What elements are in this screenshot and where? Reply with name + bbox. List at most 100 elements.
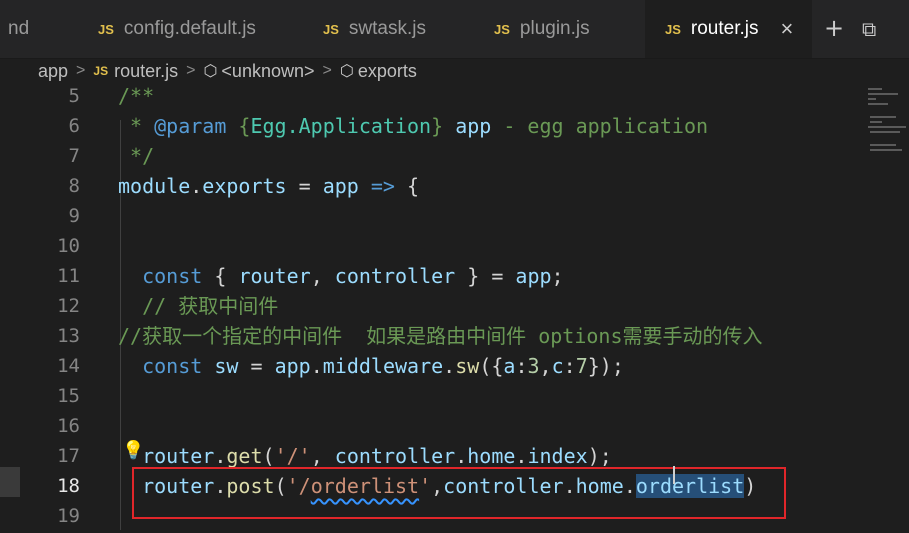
js-file-icon: JS [665, 21, 681, 37]
line-number: 10 [57, 235, 80, 257]
code-editor[interactable]: 5 /** 6 * @param {Egg.Application} app - e… [0, 84, 909, 533]
code-token: controller [334, 264, 456, 288]
code-line[interactable]: 16 [0, 411, 860, 441]
code-token: , [310, 264, 335, 288]
code-token: , [310, 444, 335, 468]
code-token: { [226, 114, 251, 138]
tab-router[interactable]: JS router.js × [645, 0, 812, 58]
code-token: */ [118, 144, 155, 168]
code-token: , [539, 354, 552, 378]
code-line[interactable]: 8 module.exports = app => { [0, 171, 860, 201]
add-icon[interactable]: + [824, 14, 844, 42]
code-token: : [515, 354, 528, 378]
line-number: 9 [68, 205, 80, 227]
code-token: . [310, 354, 323, 378]
code-token: home [467, 444, 516, 468]
code-token: router [238, 264, 311, 288]
code-token: get [226, 444, 263, 468]
code-token: - egg application [491, 114, 709, 138]
code-token: c [551, 354, 564, 378]
code-token: . [455, 444, 468, 468]
breadcrumb-file[interactable]: router.js [114, 61, 178, 82]
code-line[interactable]: 7 */ [0, 141, 860, 171]
line-number: 8 [68, 175, 80, 197]
line-number: 6 [68, 115, 80, 137]
tab-swtask[interactable]: JS swtask.js [323, 0, 426, 58]
code-token: = [286, 174, 323, 198]
code-token: : [563, 354, 576, 378]
line-number: 16 [57, 415, 80, 437]
code-text: const sw = app.middleware.sw({a:3,c:7}); [118, 351, 624, 381]
code-token: }); [587, 354, 624, 378]
tab-bar: nd JS config.default.js JS swtask.js JS … [0, 0, 909, 59]
code-text: module.exports = app => { [118, 171, 419, 201]
code-line[interactable]: 12 // 获取中间件 [0, 291, 860, 321]
tab-partial[interactable]: nd [8, 0, 29, 58]
js-file-icon: JS [93, 64, 109, 78]
code-token: = [238, 354, 275, 378]
tab-label: nd [8, 18, 30, 39]
tab-label: plugin.js [519, 18, 590, 39]
code-token: /** [118, 84, 155, 108]
code-token: sw [455, 354, 480, 378]
code-token: exports [202, 174, 287, 198]
split-editor-icon[interactable]: ⧉ [862, 17, 876, 41]
code-token: module [118, 174, 191, 198]
code-line[interactable]: 5 /** [0, 81, 860, 111]
code-token: ({ [479, 354, 504, 378]
code-line[interactable]: 9 [0, 201, 860, 231]
js-file-icon: JS [494, 21, 510, 37]
mouse-cursor [673, 466, 675, 484]
code-token: // 获取中间件 [118, 294, 279, 318]
tab-config-default[interactable]: JS config.default.js [98, 0, 256, 58]
code-line[interactable]: 10 [0, 231, 860, 261]
code-token: '/' [274, 444, 311, 468]
code-token: ( [262, 444, 275, 468]
line-number: 15 [57, 385, 80, 407]
tab-plugin[interactable]: JS plugin.js [494, 0, 590, 58]
breadcrumb-separator: > [186, 62, 196, 79]
minimap[interactable] [862, 84, 909, 184]
line-number: 5 [68, 85, 80, 107]
code-token: => [370, 174, 395, 198]
code-line[interactable]: 14 const sw = app.middleware.sw({a:3,c:7… [0, 351, 860, 381]
code-token: controller [334, 444, 456, 468]
code-line[interactable]: 15 [0, 381, 860, 411]
code-line[interactable]: 6 * @param {Egg.Application} app - egg a… [0, 111, 860, 141]
code-token: 3 [527, 354, 540, 378]
code-token: { [202, 264, 239, 288]
code-token: app [455, 114, 492, 138]
lightbulb-icon[interactable]: 💡 [122, 440, 144, 461]
tab-label: swtask.js [348, 18, 426, 39]
code-token: app [322, 174, 359, 198]
tab-label: router.js [690, 18, 759, 39]
line-number: 13 [57, 325, 80, 347]
code-text: /** [118, 81, 154, 111]
line-number: 19 [57, 505, 80, 527]
tab-label: config.default.js [123, 18, 256, 39]
js-file-icon: JS [323, 21, 339, 37]
code-line[interactable]: 11 const { router, controller } = app; [0, 261, 860, 291]
code-token: } [431, 114, 456, 138]
code-text: // 获取中间件 [118, 291, 278, 321]
code-token: router [142, 444, 215, 468]
code-token: const [142, 264, 203, 288]
line-number: 17 [57, 445, 80, 467]
close-icon[interactable]: × [781, 16, 794, 42]
breadcrumb-separator: > [322, 62, 332, 79]
breadcrumb-symbol-exports[interactable]: exports [358, 61, 417, 82]
code-token: const [142, 354, 203, 378]
code-token: ); [587, 444, 612, 468]
line-number: 7 [68, 145, 80, 167]
code-token: { [394, 174, 420, 198]
code-token: 7 [575, 354, 588, 378]
line-number: 11 [57, 265, 80, 287]
code-line[interactable]: 13 //获取一个指定的中间件 如果是路由中间件 options需要手动的传入 [0, 321, 860, 351]
code-token: //获取一个指定的中间件 如果是路由中间件 options需要手动的传入 [118, 324, 763, 348]
code-token: . [214, 444, 227, 468]
breadcrumb-folder[interactable]: app [38, 61, 68, 82]
breadcrumb-symbol-unknown[interactable]: <unknown> [221, 61, 314, 82]
